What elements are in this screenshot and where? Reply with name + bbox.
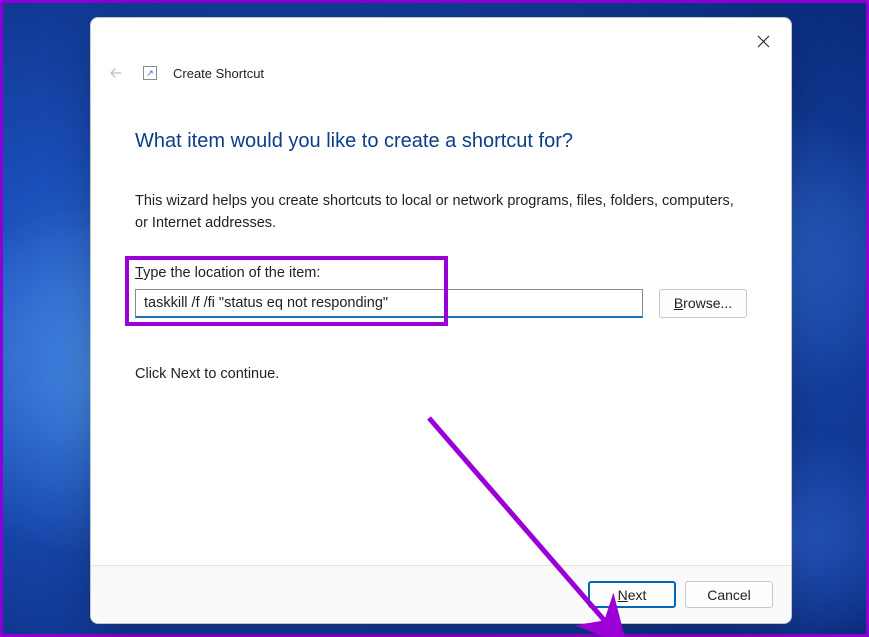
shortcut-icon: ↗ — [143, 66, 157, 80]
location-input-group: Type the location of the item: Browse... — [135, 265, 747, 318]
create-shortcut-window: ↗ Create Shortcut What item would you li… — [90, 17, 792, 624]
cancel-button[interactable]: Cancel — [685, 581, 773, 608]
wizard-description: This wizard helps you create shortcuts t… — [135, 191, 747, 235]
input-row: Browse... — [135, 289, 747, 318]
titlebar — [91, 18, 791, 58]
dialog-footer: Next Cancel — [91, 565, 791, 623]
location-input[interactable] — [135, 289, 643, 318]
browse-button[interactable]: Browse... — [659, 289, 747, 318]
content-area: What item would you like to create a sho… — [91, 88, 791, 565]
back-arrow-icon — [107, 64, 125, 82]
desktop-background: ↗ Create Shortcut What item would you li… — [0, 0, 869, 637]
close-button[interactable] — [741, 26, 785, 56]
location-label: Type the location of the item: — [135, 265, 747, 281]
close-icon — [757, 35, 770, 48]
page-heading: What item would you like to create a sho… — [135, 130, 747, 153]
next-button[interactable]: Next — [588, 581, 676, 608]
window-title: Create Shortcut — [173, 66, 264, 81]
back-button[interactable] — [103, 60, 129, 86]
header-row: ↗ Create Shortcut — [91, 58, 791, 88]
continue-instruction: Click Next to continue. — [135, 366, 747, 382]
